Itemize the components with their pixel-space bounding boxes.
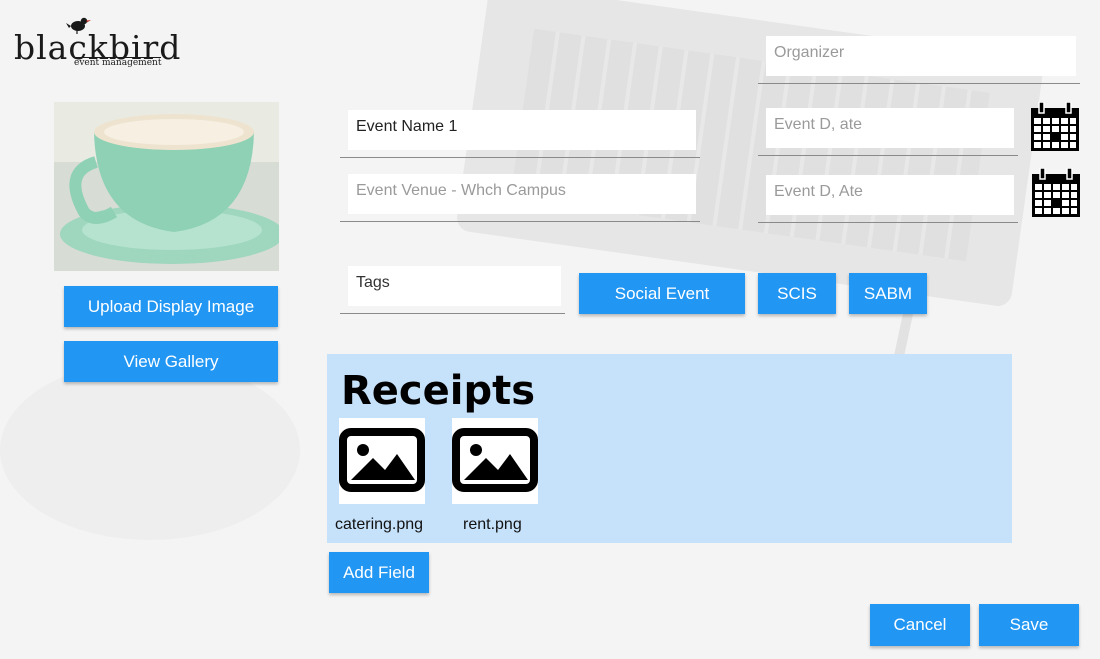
save-button[interactable]: Save (979, 604, 1079, 646)
event-display-image (54, 102, 279, 271)
organizer-field[interactable]: Organizer (758, 36, 1080, 84)
event-venue-field[interactable]: Event Venue - Whch Campus (340, 174, 700, 222)
calendar-icon[interactable] (1031, 168, 1081, 218)
event-end-date-placeholder: Event D, Ate (774, 183, 863, 200)
receipt-thumbnail-catering[interactable] (339, 418, 425, 504)
blackbird-logo: blackbird event management (14, 14, 180, 70)
receipts-title: Receipts (341, 368, 536, 414)
event-start-date-field[interactable]: Event D, ate (758, 108, 1018, 156)
view-gallery-button[interactable]: View Gallery (64, 341, 278, 382)
receipts-panel: Receipts catering.png rent.png (327, 354, 1012, 543)
event-end-date-field[interactable]: Event D, Ate (758, 175, 1018, 223)
tag-social-event-button[interactable]: Social Event (579, 273, 745, 314)
cancel-button[interactable]: Cancel (870, 604, 970, 646)
receipt-thumbnail-rent[interactable] (452, 418, 538, 504)
receipt-filename: rent.png (463, 516, 522, 533)
background-scene (0, 0, 1100, 659)
tag-sabm-button[interactable]: SABM (849, 273, 927, 314)
image-file-icon (339, 428, 425, 492)
image-file-icon (452, 428, 538, 492)
event-start-date-placeholder: Event D, ate (774, 116, 863, 133)
event-venue-placeholder: Event Venue - Whch Campus (356, 182, 566, 199)
tags-placeholder: Tags (356, 274, 390, 291)
tags-field[interactable]: Tags (340, 266, 565, 314)
calendar-icon[interactable] (1030, 102, 1080, 152)
background-notebook (0, 360, 300, 540)
logo-tagline: event management (74, 57, 162, 68)
teacup-photo (54, 102, 279, 271)
tag-scis-button[interactable]: SCIS (758, 273, 836, 314)
upload-display-image-button[interactable]: Upload Display Image (64, 286, 278, 327)
receipt-filename: catering.png (335, 516, 424, 533)
add-field-button[interactable]: Add Field (329, 552, 429, 593)
event-name-value: Event Name 1 (356, 118, 458, 135)
event-name-field[interactable]: Event Name 1 (340, 110, 700, 158)
organizer-placeholder: Organizer (774, 44, 845, 61)
